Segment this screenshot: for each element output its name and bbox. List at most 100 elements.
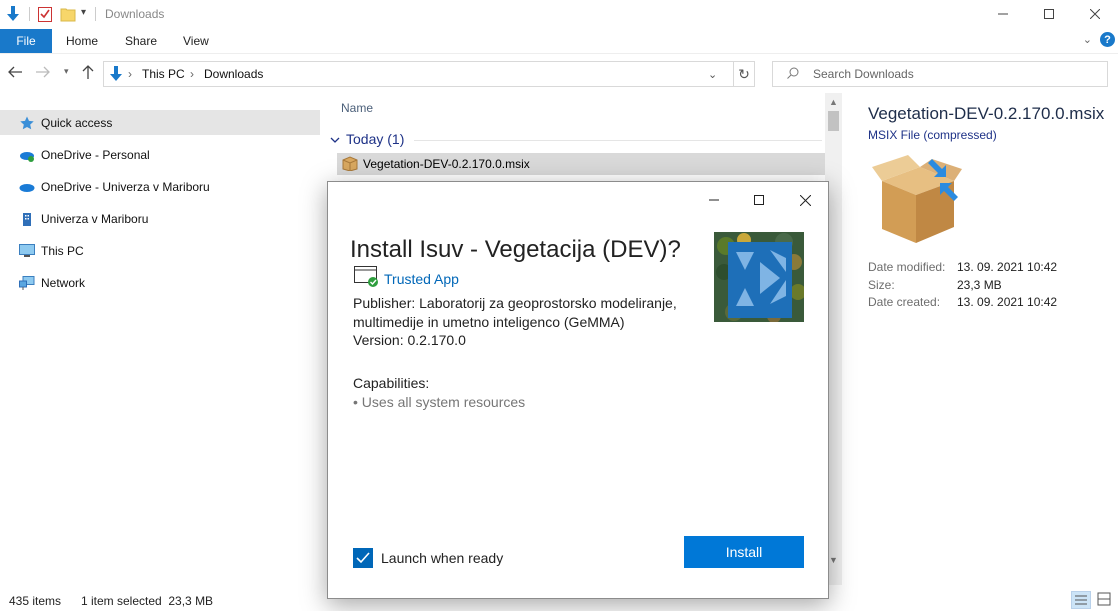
- back-arrow-icon: [8, 66, 22, 78]
- dialog-close-button[interactable]: [795, 190, 815, 210]
- breadcrumb-separator[interactable]: ›: [128, 67, 132, 81]
- launch-when-ready-option[interactable]: Launch when ready: [353, 548, 503, 568]
- launch-label: Launch when ready: [381, 550, 504, 566]
- sidebar-item-label: Quick access: [41, 115, 113, 130]
- divider: [29, 7, 30, 21]
- tab-file[interactable]: File: [0, 29, 52, 53]
- package-file-icon: [342, 155, 358, 174]
- size-label: Size:: [868, 278, 895, 292]
- minimize-icon: [998, 13, 1008, 15]
- breadcrumb-this-pc[interactable]: This PC: [142, 67, 185, 81]
- refresh-button[interactable]: ↻: [733, 61, 755, 87]
- app-logo: [714, 232, 804, 322]
- expand-ribbon-icon[interactable]: ⌄: [1083, 33, 1092, 46]
- forward-arrow-icon: [36, 66, 50, 78]
- date-created-value: 13. 09. 2021 10:42: [957, 295, 1058, 309]
- download-arrow-icon[interactable]: [6, 6, 20, 25]
- divider: [414, 140, 822, 141]
- publisher-text: Publisher: Laboratorij za geoprostorsko …: [353, 295, 677, 330]
- forward-button[interactable]: [36, 65, 50, 82]
- details-type: MSIX File (compressed): [868, 128, 997, 142]
- sidebar-item-this-pc[interactable]: This PC: [0, 238, 320, 263]
- customize-toolbar-icon[interactable]: ▾: [81, 7, 86, 18]
- trusted-app-link[interactable]: Trusted App: [384, 271, 459, 287]
- downloads-folder-icon: [109, 66, 123, 85]
- scroll-thumb[interactable]: [828, 111, 839, 131]
- sidebar-item-label: OneDrive - Personal: [41, 147, 150, 162]
- building-icon: [19, 211, 35, 227]
- large-icons-view-icon: [1097, 592, 1111, 606]
- group-header-today[interactable]: Today (1): [330, 131, 404, 147]
- close-button[interactable]: [1072, 0, 1118, 28]
- details-title: Vegetation-DEV-0.2.170.0.msix: [868, 104, 1105, 123]
- close-icon: [799, 194, 811, 206]
- up-arrow-icon: [82, 65, 94, 79]
- scroll-up-icon[interactable]: ▲: [829, 97, 838, 107]
- address-dropdown-icon[interactable]: ⌄: [708, 68, 717, 81]
- breadcrumb-downloads[interactable]: Downloads: [204, 67, 263, 81]
- star-icon: [19, 115, 35, 131]
- tab-share[interactable]: Share: [125, 34, 157, 48]
- date-modified-value: 13. 09. 2021 10:42: [957, 260, 1058, 274]
- large-icons-view-button[interactable]: [1095, 591, 1115, 609]
- title-bar: ▾ Downloads: [0, 0, 1118, 28]
- divider: [95, 7, 96, 21]
- help-icon[interactable]: ?: [1100, 32, 1115, 47]
- date-modified-label: Date modified:: [868, 260, 946, 274]
- maximize-button[interactable]: [1026, 0, 1072, 28]
- certificate-icon: [354, 266, 380, 291]
- item-count: 435 items: [9, 594, 62, 608]
- dialog-minimize-button[interactable]: [704, 190, 724, 210]
- sidebar-item-quick-access[interactable]: Quick access: [0, 110, 320, 135]
- trusted-app-badge: Trusted App: [354, 266, 459, 291]
- capabilities-label: Capabilities:: [353, 375, 430, 391]
- properties-icon[interactable]: [38, 6, 52, 25]
- list-item[interactable]: Vegetation-DEV-0.2.170.0.msix: [337, 153, 825, 175]
- selection-info: 1 item selected 23,3 MB: [81, 594, 214, 608]
- address-bar[interactable]: › This PC › Downloads ⌄: [103, 61, 755, 87]
- network-icon: [19, 275, 35, 291]
- details-view-button[interactable]: [1071, 591, 1091, 609]
- window-title: Downloads: [105, 7, 165, 21]
- onedrive-icon: [19, 179, 35, 195]
- sidebar-item-onedrive-personal[interactable]: OneDrive - Personal: [0, 142, 320, 167]
- tab-view[interactable]: View: [183, 34, 209, 48]
- sidebar-item-network[interactable]: Network: [0, 270, 320, 295]
- onedrive-icon: [19, 147, 35, 163]
- details-view-icon: [1075, 595, 1087, 605]
- close-icon: [1090, 9, 1100, 19]
- details-pane: Vegetation-DEV-0.2.170.0.msix MSIX File …: [842, 93, 1118, 585]
- capability-item: • Uses all system resources: [353, 394, 526, 410]
- search-input[interactable]: Search Downloads: [772, 61, 1108, 87]
- maximize-icon: [1044, 9, 1054, 19]
- scroll-down-icon[interactable]: ▼: [829, 555, 838, 565]
- recent-locations-button[interactable]: ▾: [64, 66, 69, 77]
- address-row: ▾ › This PC › Downloads ⌄ ↻ Search Downl…: [0, 53, 1118, 93]
- sidebar-item-univerza[interactable]: Univerza v Mariboru: [0, 206, 320, 231]
- sidebar-item-label: Univerza v Mariboru: [41, 211, 149, 226]
- tab-home[interactable]: Home: [66, 34, 98, 48]
- navigation-pane: Quick access OneDrive - Personal OneDriv…: [0, 93, 322, 585]
- up-button[interactable]: [82, 65, 94, 83]
- size-value: 23,3 MB: [957, 278, 1002, 292]
- search-icon: [787, 67, 799, 82]
- minimize-icon: [709, 199, 719, 201]
- sidebar-item-label: OneDrive - Univerza v Mariboru: [41, 179, 210, 194]
- dialog-maximize-button[interactable]: [749, 190, 769, 210]
- sidebar-item-onedrive-univerza[interactable]: OneDrive - Univerza v Mariboru: [0, 174, 320, 199]
- column-header-name[interactable]: Name: [341, 101, 373, 115]
- search-placeholder: Search Downloads: [813, 67, 914, 81]
- version-text: Version: 0.2.170.0: [353, 332, 466, 348]
- refresh-icon: ↻: [738, 65, 750, 82]
- dialog-title: Install Isuv - Vegetacija (DEV)?: [350, 236, 681, 263]
- maximize-icon: [754, 195, 764, 205]
- new-folder-icon[interactable]: [60, 6, 76, 25]
- minimize-button[interactable]: [980, 0, 1026, 28]
- date-created-label: Date created:: [868, 295, 941, 309]
- breadcrumb-separator[interactable]: ›: [190, 67, 194, 81]
- install-button[interactable]: Install: [684, 536, 804, 568]
- launch-checkbox[interactable]: [353, 548, 373, 568]
- ribbon: File Home Share View ⌄ ?: [0, 28, 1118, 53]
- back-button[interactable]: [8, 65, 22, 82]
- install-dialog: Install Isuv - Vegetacija (DEV)? Trusted…: [327, 181, 829, 599]
